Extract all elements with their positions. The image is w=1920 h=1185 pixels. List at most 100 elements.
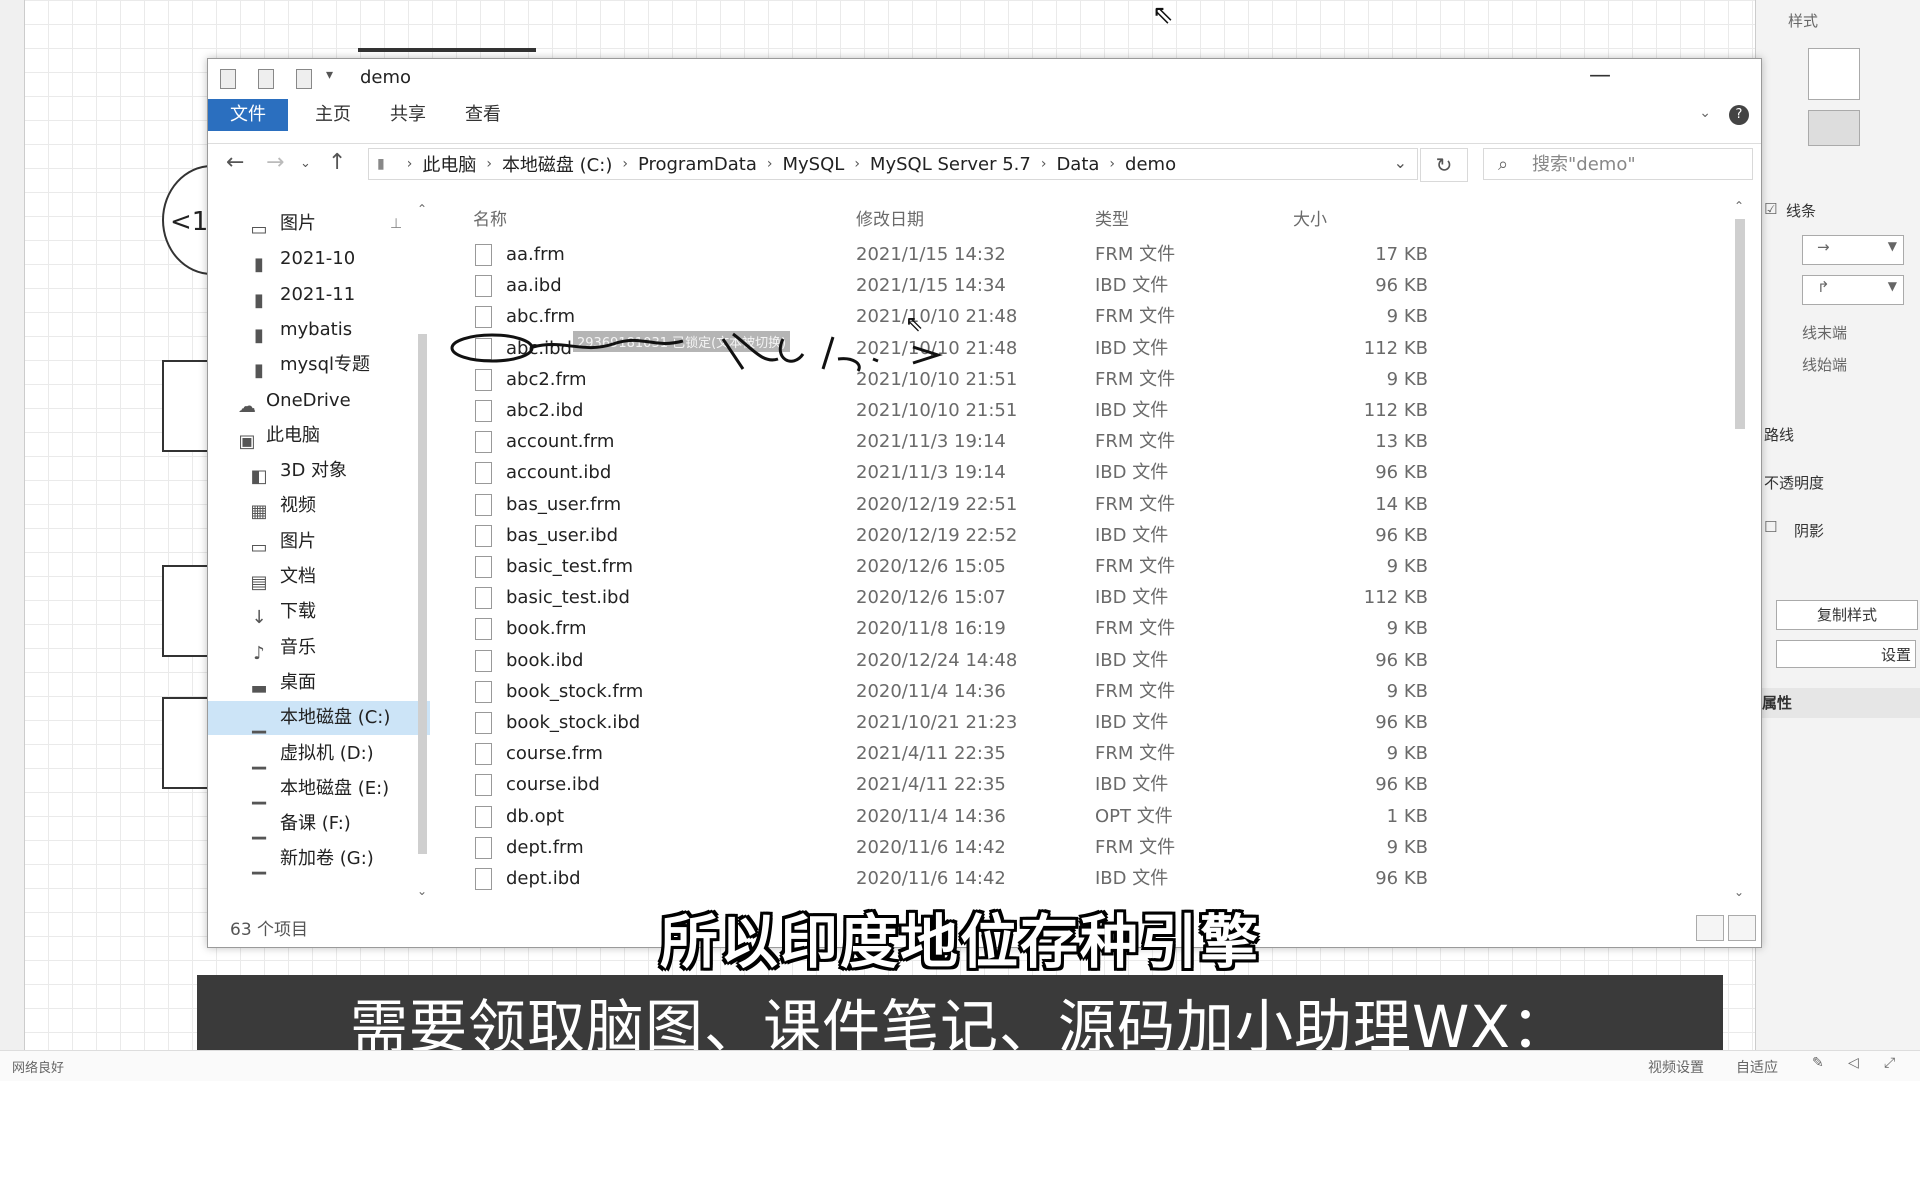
file-row[interactable]: dept.ibd 2020/11/6 14:42 IBD 文件 96 KB bbox=[458, 863, 1458, 894]
breadcrumb-item[interactable]: Data bbox=[1056, 154, 1099, 175]
nav-item[interactable]: ◧ 3D 对象 bbox=[208, 454, 430, 488]
nav-item[interactable]: ▁ 虚拟机 (D:) bbox=[208, 737, 430, 771]
nav-item-label: 2021-10 bbox=[280, 248, 356, 270]
file-type: FRM 文件 bbox=[1095, 743, 1176, 765]
window-title: demo bbox=[360, 67, 412, 88]
file-name: bas_user.ibd bbox=[506, 524, 619, 546]
help-icon[interactable]: ? bbox=[1729, 105, 1749, 125]
file-list-scroll-thumb[interactable] bbox=[1735, 219, 1745, 429]
file-row[interactable]: bas_user.ibd 2020/12/19 22:52 IBD 文件 96 KB bbox=[458, 520, 1458, 551]
nav-scrollbar[interactable]: ⌃ ⌄ bbox=[414, 202, 430, 904]
up-icon[interactable]: ↑ bbox=[328, 150, 346, 175]
video-settings-button[interactable]: 视频设置 bbox=[1648, 1057, 1704, 1077]
line-end-select[interactable]: → ▼ bbox=[1802, 235, 1904, 265]
style-swatch[interactable] bbox=[1808, 110, 1860, 146]
file-row[interactable]: account.ibd 2021/11/3 19:14 IBD 文件 96 KB bbox=[458, 457, 1458, 488]
scroll-up-icon[interactable]: ⌃ bbox=[1734, 199, 1744, 213]
volume-icon[interactable]: ◁ bbox=[1848, 1055, 1859, 1071]
nav-scroll-thumb[interactable] bbox=[418, 334, 427, 854]
file-date: 2020/11/6 14:42 bbox=[856, 836, 1006, 858]
breadcrumb-item[interactable]: 本地磁盘 (C:) bbox=[502, 151, 612, 177]
file-row[interactable]: aa.ibd 2021/1/15 14:34 IBD 文件 96 KB bbox=[458, 270, 1458, 301]
file-row[interactable]: abc2.ibd 2021/10/10 21:51 IBD 文件 112 KB bbox=[458, 395, 1458, 426]
style-swatch[interactable] bbox=[1808, 48, 1860, 100]
tab-view[interactable]: 查看 bbox=[448, 99, 518, 131]
file-list-scrollbar[interactable]: ⌃ ⌄ bbox=[1730, 199, 1750, 904]
file-row[interactable]: account.frm 2021/11/3 19:14 FRM 文件 13 KB bbox=[458, 426, 1458, 457]
breadcrumb-item[interactable]: demo bbox=[1125, 154, 1176, 175]
address-dropdown-icon[interactable]: ⌄ bbox=[1394, 153, 1407, 172]
annotation-circle bbox=[450, 333, 534, 363]
file-row[interactable]: dept.frm 2020/11/6 14:42 FRM 文件 9 KB bbox=[458, 832, 1458, 863]
recent-locations-icon[interactable]: ⌄ bbox=[300, 156, 311, 171]
customize-quick-access-icon[interactable]: ▾ bbox=[326, 67, 333, 83]
column-header-name[interactable]: 名称 bbox=[473, 205, 507, 230]
address-bar[interactable]: ▮ › 此电脑 › 本地磁盘 (C:) › ProgramData › MySQ… bbox=[368, 148, 1418, 180]
nav-item[interactable]: ▬ 桌面 bbox=[208, 666, 430, 700]
file-row[interactable]: book_stock.frm 2020/11/4 14:36 FRM 文件 9 KB bbox=[458, 676, 1458, 707]
breadcrumb-item[interactable]: 此电脑 bbox=[422, 151, 476, 177]
breadcrumb-item[interactable]: MySQL Server 5.7 bbox=[870, 154, 1031, 175]
style-tab[interactable]: 样式 bbox=[1788, 10, 1818, 31]
properties-icon[interactable] bbox=[258, 69, 274, 89]
nav-item[interactable]: ▭ 图片 bbox=[208, 525, 430, 559]
line-start-select[interactable]: ↱ ▼ bbox=[1802, 275, 1904, 305]
file-size: 96 KB bbox=[1375, 275, 1428, 297]
back-icon[interactable]: ← bbox=[226, 150, 244, 175]
settings-button[interactable]: 设置 bbox=[1776, 640, 1916, 668]
file-row[interactable]: db.opt 2020/11/4 14:36 OPT 文件 1 KB bbox=[458, 801, 1458, 832]
file-row[interactable]: book.frm 2020/11/8 16:19 FRM 文件 9 KB bbox=[458, 613, 1458, 644]
file-size: 96 KB bbox=[1375, 774, 1428, 796]
copy-style-button[interactable]: 复制样式 bbox=[1776, 600, 1918, 630]
file-row[interactable]: course.frm 2021/4/11 22:35 FRM 文件 9 KB bbox=[458, 738, 1458, 769]
nav-item[interactable]: ▁ 备课 (F:) bbox=[208, 807, 430, 841]
properties-section[interactable]: 属性 bbox=[1756, 688, 1920, 718]
tab-share[interactable]: 共享 bbox=[373, 99, 443, 131]
nav-item[interactable]: ▦ 视频 bbox=[208, 489, 430, 523]
nav-item[interactable]: ☁ OneDrive bbox=[208, 384, 430, 418]
breadcrumb-item[interactable]: MySQL bbox=[783, 154, 845, 175]
expand-ribbon-icon[interactable]: ⌄ bbox=[1699, 105, 1711, 121]
pen-icon[interactable]: ✎ bbox=[1812, 1055, 1824, 1071]
nav-item[interactable]: ♪ 音乐 bbox=[208, 631, 430, 665]
nav-item[interactable]: ▮ mybatis bbox=[208, 313, 430, 347]
column-header-date[interactable]: 修改日期 bbox=[856, 205, 924, 230]
tab-file[interactable]: 文件 bbox=[208, 99, 288, 131]
file-row[interactable]: course.ibd 2021/4/11 22:35 IBD 文件 96 KB bbox=[458, 769, 1458, 800]
minimize-button[interactable]: — bbox=[1589, 63, 1611, 88]
nav-item[interactable]: ▮ 2021-11 bbox=[208, 278, 430, 312]
nav-item[interactable]: ▣ 此电脑 bbox=[208, 419, 430, 453]
file-row[interactable]: bas_user.frm 2020/12/19 22:51 FRM 文件 14 KB bbox=[458, 489, 1458, 520]
pin-icon[interactable]: ⊥ bbox=[390, 207, 402, 241]
nav-item[interactable]: ↓ 下载 bbox=[208, 595, 430, 629]
nav-item[interactable]: ▤ 文档 bbox=[208, 560, 430, 594]
nav-item[interactable]: ▭ 图片 ⊥ bbox=[208, 207, 430, 241]
nav-item[interactable]: ▮ mysql专题 bbox=[208, 348, 430, 382]
file-row[interactable]: book_stock.ibd 2021/10/21 21:23 IBD 文件 96 K… bbox=[458, 707, 1458, 738]
file-row[interactable]: aa.frm 2021/1/15 14:32 FRM 文件 17 KB bbox=[458, 239, 1458, 270]
column-header-size[interactable]: 大小 bbox=[1293, 205, 1327, 230]
file-row[interactable]: basic_test.frm 2020/12/6 15:05 FRM 文件 9 KB bbox=[458, 551, 1458, 582]
breadcrumb-item[interactable]: ProgramData bbox=[638, 154, 757, 175]
nav-item-label: 图片 bbox=[280, 213, 316, 234]
tab-home[interactable]: 主页 bbox=[298, 99, 368, 131]
forward-icon[interactable]: → bbox=[266, 150, 284, 175]
shadow-checkbox[interactable]: ☐ bbox=[1764, 518, 1777, 536]
fit-mode-button[interactable]: 自适应 bbox=[1736, 1057, 1778, 1077]
nav-item[interactable]: ▁ 本地磁盘 (C:) bbox=[208, 701, 430, 736]
file-name: book_stock.frm bbox=[506, 680, 644, 702]
line-checkbox[interactable]: ☑ bbox=[1764, 200, 1777, 218]
scroll-up-icon[interactable]: ⌃ bbox=[417, 202, 427, 216]
file-name: basic_test.ibd bbox=[506, 587, 630, 609]
nav-item[interactable]: ▁ 新加卷 (G:) bbox=[208, 842, 430, 876]
new-folder-icon[interactable] bbox=[296, 69, 312, 89]
shadow-label: 阴影 bbox=[1794, 522, 1825, 540]
file-row[interactable]: book.ibd 2020/12/24 14:48 IBD 文件 96 KB bbox=[458, 645, 1458, 676]
nav-item[interactable]: ▮ 2021-10 bbox=[208, 242, 430, 276]
column-header-type[interactable]: 类型 bbox=[1095, 205, 1129, 230]
refresh-button[interactable]: ↻ bbox=[1420, 148, 1468, 182]
file-row[interactable]: basic_test.ibd 2020/12/6 15:07 IBD 文件 112 K… bbox=[458, 582, 1458, 613]
fullscreen-icon[interactable]: ⤢ bbox=[1884, 1055, 1895, 1071]
search-input[interactable]: ⌕ 搜索"demo" bbox=[1483, 148, 1753, 180]
nav-item[interactable]: ▁ 本地磁盘 (E:) bbox=[208, 772, 430, 806]
